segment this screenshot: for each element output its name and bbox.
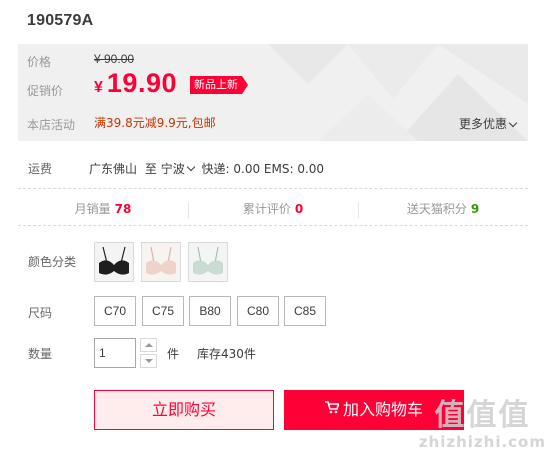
cart-icon <box>324 389 340 429</box>
divider <box>18 188 528 189</box>
size-label: 尺码 <box>28 306 53 320</box>
color-swatch-mint[interactable] <box>188 242 228 282</box>
shop-promo-text: 满39.8元减9.9元,包邮 <box>94 116 216 130</box>
shipping-label: 运费 <box>28 162 53 176</box>
arrow-down-icon <box>145 359 153 363</box>
size-option-c70[interactable]: C70 <box>94 296 136 326</box>
stat-value: 9 <box>470 202 480 216</box>
more-promotions-label: 更多优惠 <box>458 117 507 131</box>
size-option-c80[interactable]: C80 <box>237 296 279 326</box>
color-swatch-pink[interactable] <box>141 242 181 282</box>
more-promotions-link[interactable]: 更多优惠 <box>458 115 518 132</box>
size-option-c85[interactable]: C85 <box>284 296 326 326</box>
size-option-c75[interactable]: C75 <box>142 296 184 326</box>
watermark-logo: 值值值 <box>434 398 531 433</box>
site-watermark: 值值值 zhizhizhi.com <box>418 398 546 452</box>
stat-monthly-sales: 月销量 78 <box>18 196 188 224</box>
stat-value: 0 <box>294 202 304 216</box>
quantity-label: 数量 <box>28 347 53 361</box>
ship-to-word: 至 <box>144 162 157 176</box>
stat-value: 78 <box>114 202 132 216</box>
destination-city: 宁波 <box>160 162 185 176</box>
quantity-unit: 件 <box>167 347 180 361</box>
stat-label: 月销量 <box>74 202 111 216</box>
bra-mint-icon <box>189 243 227 281</box>
ship-from: 广东佛山 <box>89 162 138 176</box>
new-arrival-badge: 新品上新 <box>190 76 248 94</box>
quantity-increase-button[interactable] <box>140 338 157 352</box>
quantity-decrease-button[interactable] <box>140 354 157 368</box>
quantity-input[interactable]: 1 <box>94 338 136 368</box>
shop-promo-label: 本店活动 <box>27 118 76 132</box>
product-title: 190579A <box>27 12 94 29</box>
watermark-url: zhizhizhi.com <box>418 433 546 451</box>
chevron-down-icon <box>508 118 518 128</box>
bra-pink-icon <box>142 243 180 281</box>
stat-label: 送天猫积分 <box>406 202 467 216</box>
promo-price-label: 促销价 <box>27 84 64 98</box>
buy-now-button[interactable]: 立即购买 <box>94 390 274 430</box>
promo-price-value: 19.90 <box>106 68 177 98</box>
shipping-info: 广东佛山 至 宁波 快递: 0.00 EMS: 0.00 <box>89 160 324 177</box>
price-label: 价格 <box>27 55 52 69</box>
stat-tmall-points: 送天猫积分 9 <box>358 196 528 224</box>
color-swatch-black[interactable] <box>94 242 134 282</box>
arrow-up-icon <box>145 343 153 347</box>
shipping-fee-detail: 快递: 0.00 EMS: 0.00 <box>201 162 325 176</box>
color-label: 颜色分类 <box>28 255 77 269</box>
size-option-b80[interactable]: B80 <box>189 296 231 326</box>
destination-selector[interactable]: 宁波 <box>161 162 198 176</box>
price-panel: 价格 ¥ 90.00 促销价 ¥19.90 新品上新 本店活动 满39.8元减9… <box>18 44 528 141</box>
chevron-down-icon <box>186 162 195 172</box>
original-price: ¥ 90.00 <box>94 52 135 66</box>
divider <box>18 225 528 226</box>
stat-reviews[interactable]: 累计评价 0 <box>188 196 358 224</box>
bra-black-icon <box>95 243 133 281</box>
stock-count: 库存430件 <box>197 347 256 361</box>
promo-price: ¥19.90 <box>94 68 177 99</box>
stats-bar: 月销量 78 累计评价 0 送天猫积分 9 <box>18 196 528 224</box>
stat-label: 累计评价 <box>242 202 291 216</box>
currency-symbol: ¥ <box>94 79 103 96</box>
add-to-cart-label: 加入购物车 <box>342 400 423 419</box>
